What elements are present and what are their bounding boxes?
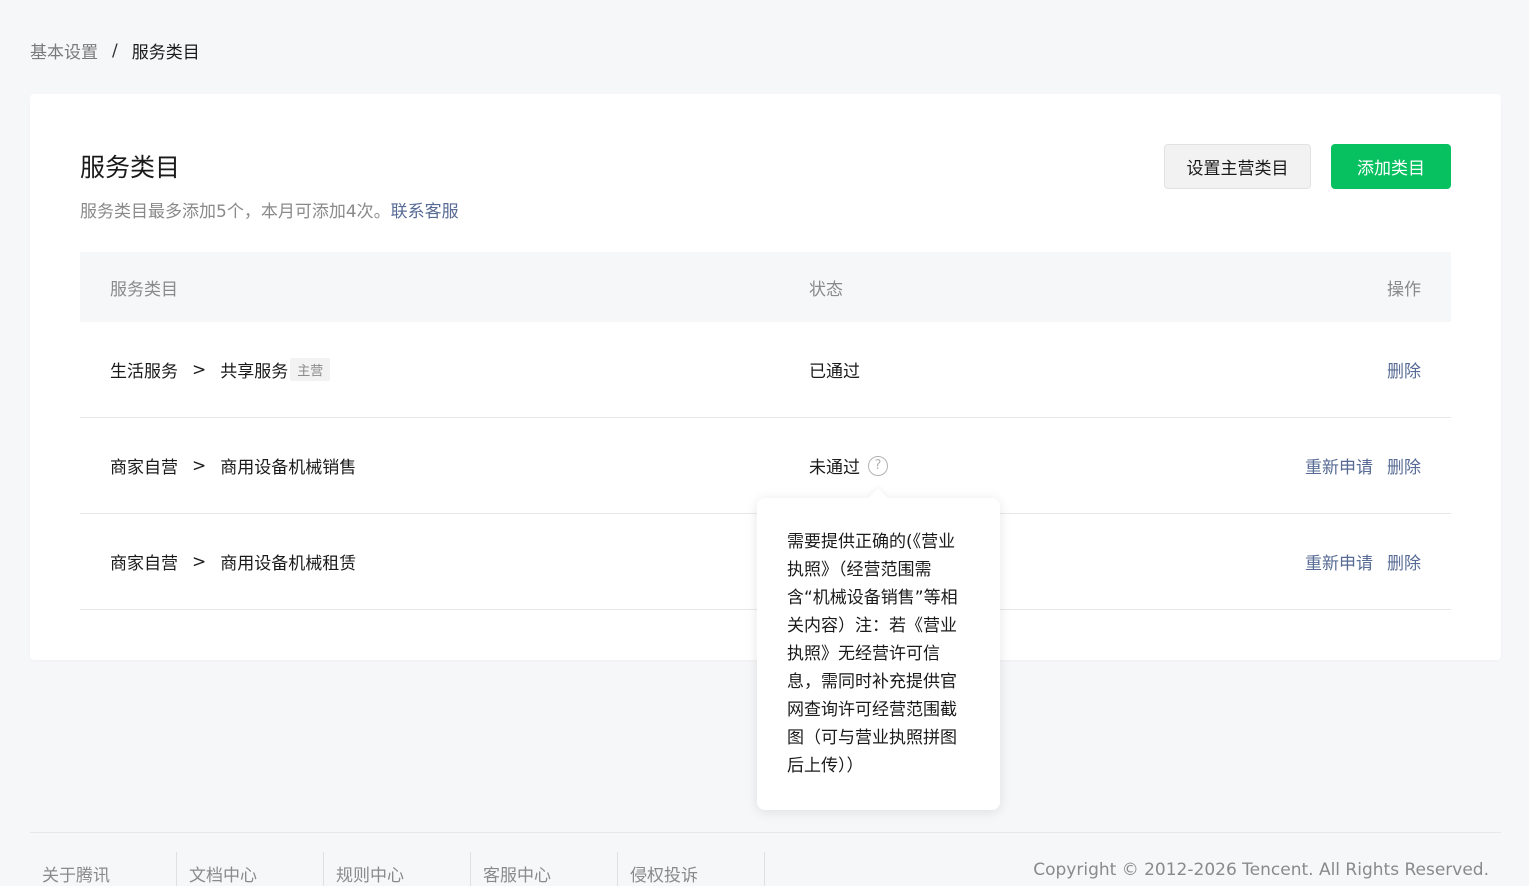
reapply-link[interactable]: 重新申请 [1305, 549, 1373, 574]
footer-link-label: 规则中心 [336, 865, 404, 886]
category-level1: 生活服务 [110, 362, 178, 382]
card-description: 服务类目最多添加5个，本月可添加4次。联系客服 [80, 197, 459, 222]
status-cell: 已通过 [809, 357, 1109, 382]
page-title: 服务类目 [80, 153, 181, 182]
category-cell: 生活服务 > 共享服务 主营 [80, 357, 809, 382]
set-main-category-button[interactable]: 设置主营类目 [1164, 144, 1311, 189]
breadcrumb-current: 服务类目 [131, 43, 200, 63]
copyright: Copyright © 2012-2026 Tencent. All Right… [1033, 860, 1489, 880]
footer-link-label: 侵权投诉 [630, 865, 698, 886]
breadcrumb-parent[interactable]: 基本设置 [30, 38, 98, 63]
category-level2: 共享服务 [220, 362, 289, 382]
category-cell: 商家自营 > 商用设备机械租赁 [80, 549, 809, 575]
category-level2: 商用设备机械销售 [220, 458, 357, 478]
breadcrumb: 基本设置 / 服务类目 [30, 38, 200, 64]
category-level1: 商家自营 [110, 458, 178, 478]
footer-link-docs[interactable]: 文档中心 [177, 852, 324, 886]
table-row: 生活服务 > 共享服务 主营 已通过 删除 [80, 322, 1451, 418]
footer-link-complaint[interactable]: 侵权投诉 [618, 852, 765, 886]
question-circle-icon[interactable]: ? [868, 455, 888, 476]
breadcrumb-separator: / [112, 40, 118, 61]
delete-link[interactable]: 删除 [1387, 357, 1421, 382]
footer-link-label: 客服中心 [483, 865, 551, 886]
category-cell: 商家自营 > 商用设备机械销售 [80, 453, 809, 479]
status-text: 已通过 [809, 362, 860, 382]
action-cell: 删除 [1109, 357, 1451, 382]
header-action: 操作 [1387, 279, 1421, 300]
category-arrow: > [192, 551, 207, 572]
status-text: 未通过 [809, 458, 860, 478]
action-cell: 重新申请 删除 [1109, 549, 1451, 574]
footer-link-about[interactable]: 关于腾讯 [30, 852, 177, 886]
rejection-reason-tooltip: 需要提供正确的(《营业执照》（经营范围需含“机械设备销售”等相关内容）注：若《营… [757, 498, 1000, 810]
category-level1: 商家自营 [110, 554, 178, 574]
category-level2: 商用设备机械租赁 [220, 554, 357, 574]
action-cell: 重新申请 删除 [1109, 453, 1451, 478]
main-category-badge: 主营 [290, 358, 331, 381]
footer-links: 关于腾讯 文档中心 规则中心 客服中心 侵权投诉 [30, 852, 765, 886]
add-category-button[interactable]: 添加类目 [1331, 144, 1451, 189]
category-arrow: > [192, 359, 207, 380]
table-header: 服务类目 状态 操作 [80, 252, 1451, 322]
header-status: 状态 [809, 279, 843, 300]
footer-link-label: 关于腾讯 [42, 865, 110, 886]
footer-divider [30, 832, 1501, 833]
status-cell: 未通过 ? [809, 453, 1109, 478]
footer-link-label: 文档中心 [189, 865, 257, 886]
contact-service-link[interactable]: 联系客服 [391, 202, 459, 222]
description-text: 服务类目最多添加5个，本月可添加4次。 [80, 202, 391, 222]
reapply-link[interactable]: 重新申请 [1305, 453, 1373, 478]
category-arrow: > [192, 455, 207, 476]
header-category: 服务类目 [110, 279, 178, 300]
delete-link[interactable]: 删除 [1387, 453, 1421, 478]
footer-link-rules[interactable]: 规则中心 [324, 852, 471, 886]
delete-link[interactable]: 删除 [1387, 549, 1421, 574]
footer-link-service[interactable]: 客服中心 [471, 852, 618, 886]
